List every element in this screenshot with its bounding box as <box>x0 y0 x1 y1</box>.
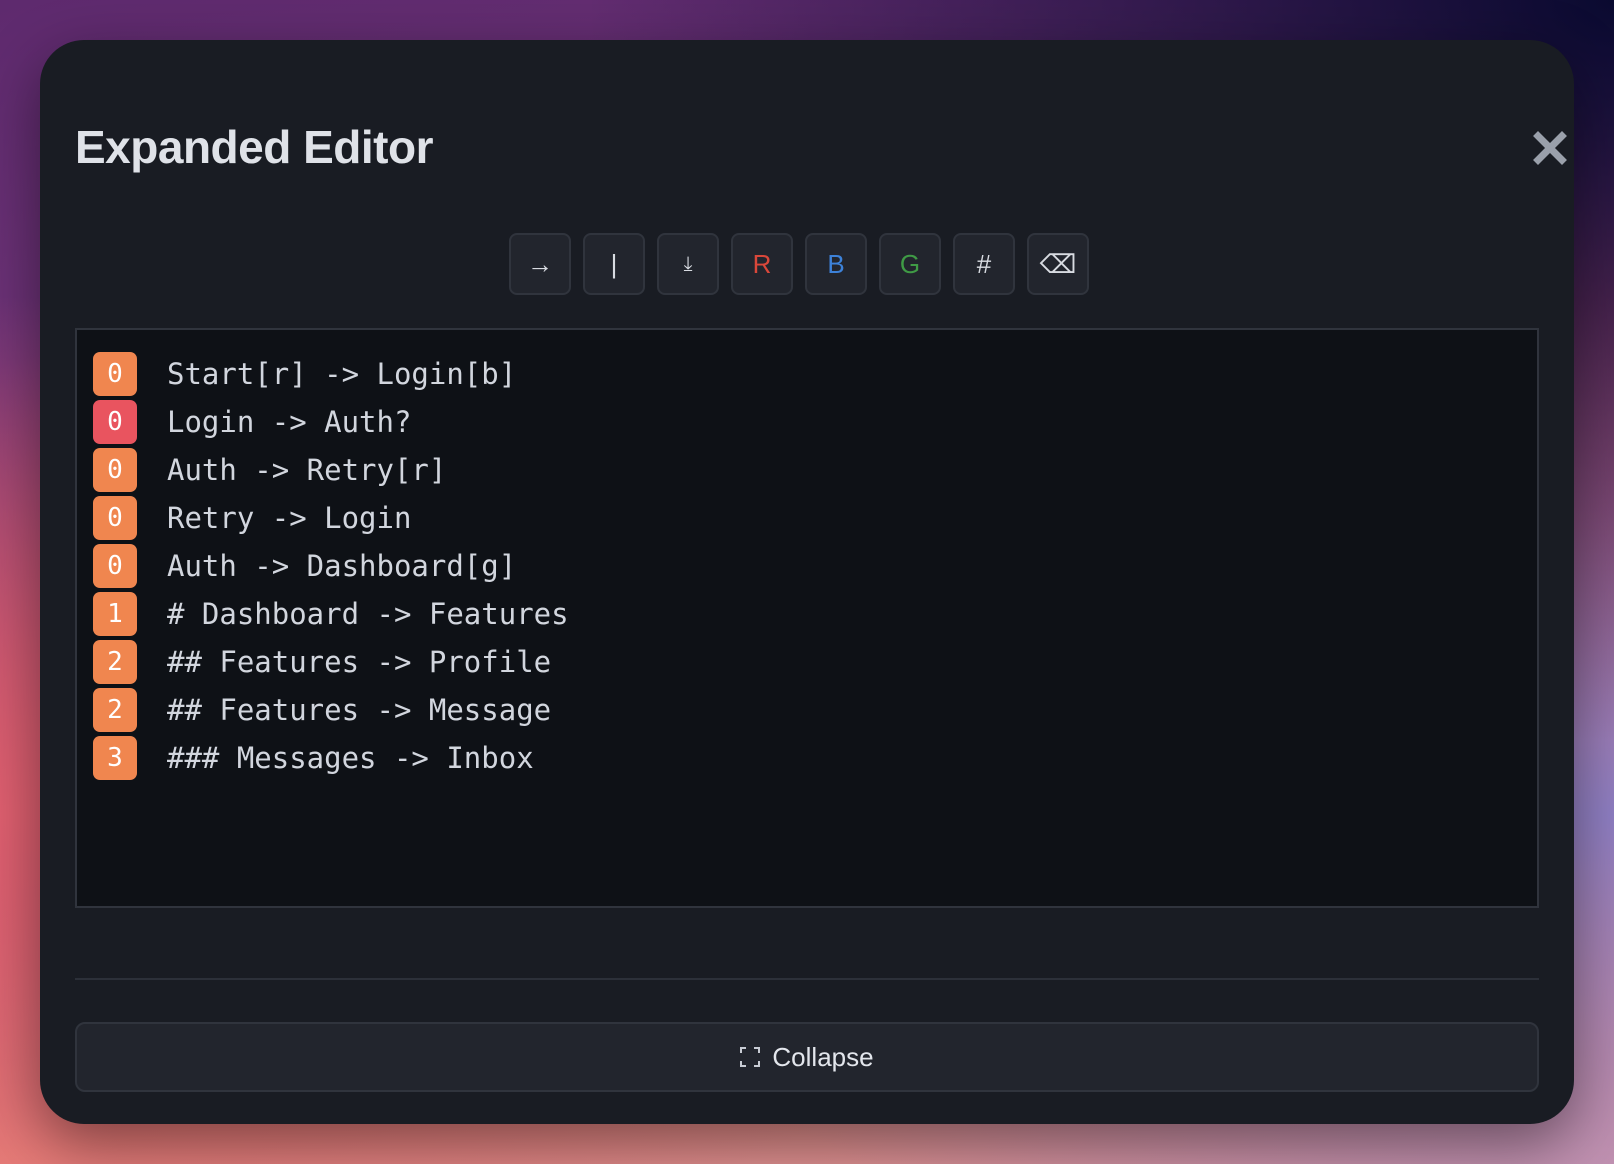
line-text: ### Messages -> Inbox <box>167 741 534 775</box>
line-text: Auth -> Dashboard[g] <box>167 549 517 583</box>
editor-line[interactable]: 0 Auth -> Retry[r] <box>93 446 1521 494</box>
editor-line[interactable]: 2 ## Features -> Profile <box>93 638 1521 686</box>
down-arrow-button[interactable]: ⤓ <box>657 233 719 295</box>
backspace-button[interactable]: ⌫ <box>1027 233 1089 295</box>
editor-toolbar: → | ⤓ R B G # ⌫ <box>509 233 1089 295</box>
collapse-label: Collapse <box>772 1041 874 1072</box>
level-badge: 0 <box>93 544 137 588</box>
level-badge: 0 <box>93 400 137 444</box>
red-icon: R <box>752 248 772 279</box>
level-badge: 0 <box>93 496 137 540</box>
line-text: Start[r] -> Login[b] <box>167 357 517 391</box>
line-text: Login -> Auth? <box>167 405 412 439</box>
collapse-button[interactable]: Collapse <box>75 1022 1539 1092</box>
arrow-icon: → <box>527 248 553 279</box>
close-button[interactable] <box>1526 124 1574 172</box>
level-badge: 2 <box>93 640 137 684</box>
red-button[interactable]: R <box>731 233 793 295</box>
heading-button[interactable]: # <box>953 233 1015 295</box>
blue-button[interactable]: B <box>805 233 867 295</box>
collapse-icon <box>740 1047 761 1067</box>
level-badge: 0 <box>93 352 137 396</box>
line-text: ## Features -> Message <box>167 693 552 727</box>
down-arrow-icon: ⤓ <box>683 252 693 275</box>
line-text: ## Features -> Profile <box>167 645 552 679</box>
green-button[interactable]: G <box>879 233 941 295</box>
editor-line[interactable]: 0 Start[r] -> Login[b] <box>93 350 1521 398</box>
level-badge: 0 <box>93 448 137 492</box>
level-badge: 3 <box>93 736 137 780</box>
editor-line[interactable]: 3 ### Messages -> Inbox <box>93 734 1521 782</box>
divider <box>75 978 1539 980</box>
level-badge: 2 <box>93 688 137 732</box>
backspace-icon: ⌫ <box>1039 248 1077 279</box>
pipe-icon: | <box>610 248 618 279</box>
editor-line[interactable]: 0 Login -> Auth? <box>93 398 1521 446</box>
close-icon <box>1533 131 1567 165</box>
level-badge: 1 <box>93 592 137 636</box>
line-text: # Dashboard -> Features <box>167 597 569 631</box>
editor-line[interactable]: 1 # Dashboard -> Features <box>93 590 1521 638</box>
line-text: Retry -> Login <box>167 501 412 535</box>
arrow-button[interactable]: → <box>509 233 571 295</box>
editor-line[interactable]: 2 ## Features -> Message <box>93 686 1521 734</box>
code-editor[interactable]: 0 Start[r] -> Login[b] 0 Login -> Auth? 0 Aut… <box>75 328 1539 908</box>
green-icon: G <box>899 248 921 279</box>
modal-title: Expanded Editor <box>75 121 433 173</box>
pipe-button[interactable]: | <box>583 233 645 295</box>
blue-icon: B <box>827 248 845 279</box>
editor-line[interactable]: 0 Auth -> Dashboard[g] <box>93 542 1521 590</box>
heading-icon: # <box>976 248 992 279</box>
editor-line[interactable]: 0 Retry -> Login <box>93 494 1521 542</box>
line-text: Auth -> Retry[r] <box>167 453 447 487</box>
